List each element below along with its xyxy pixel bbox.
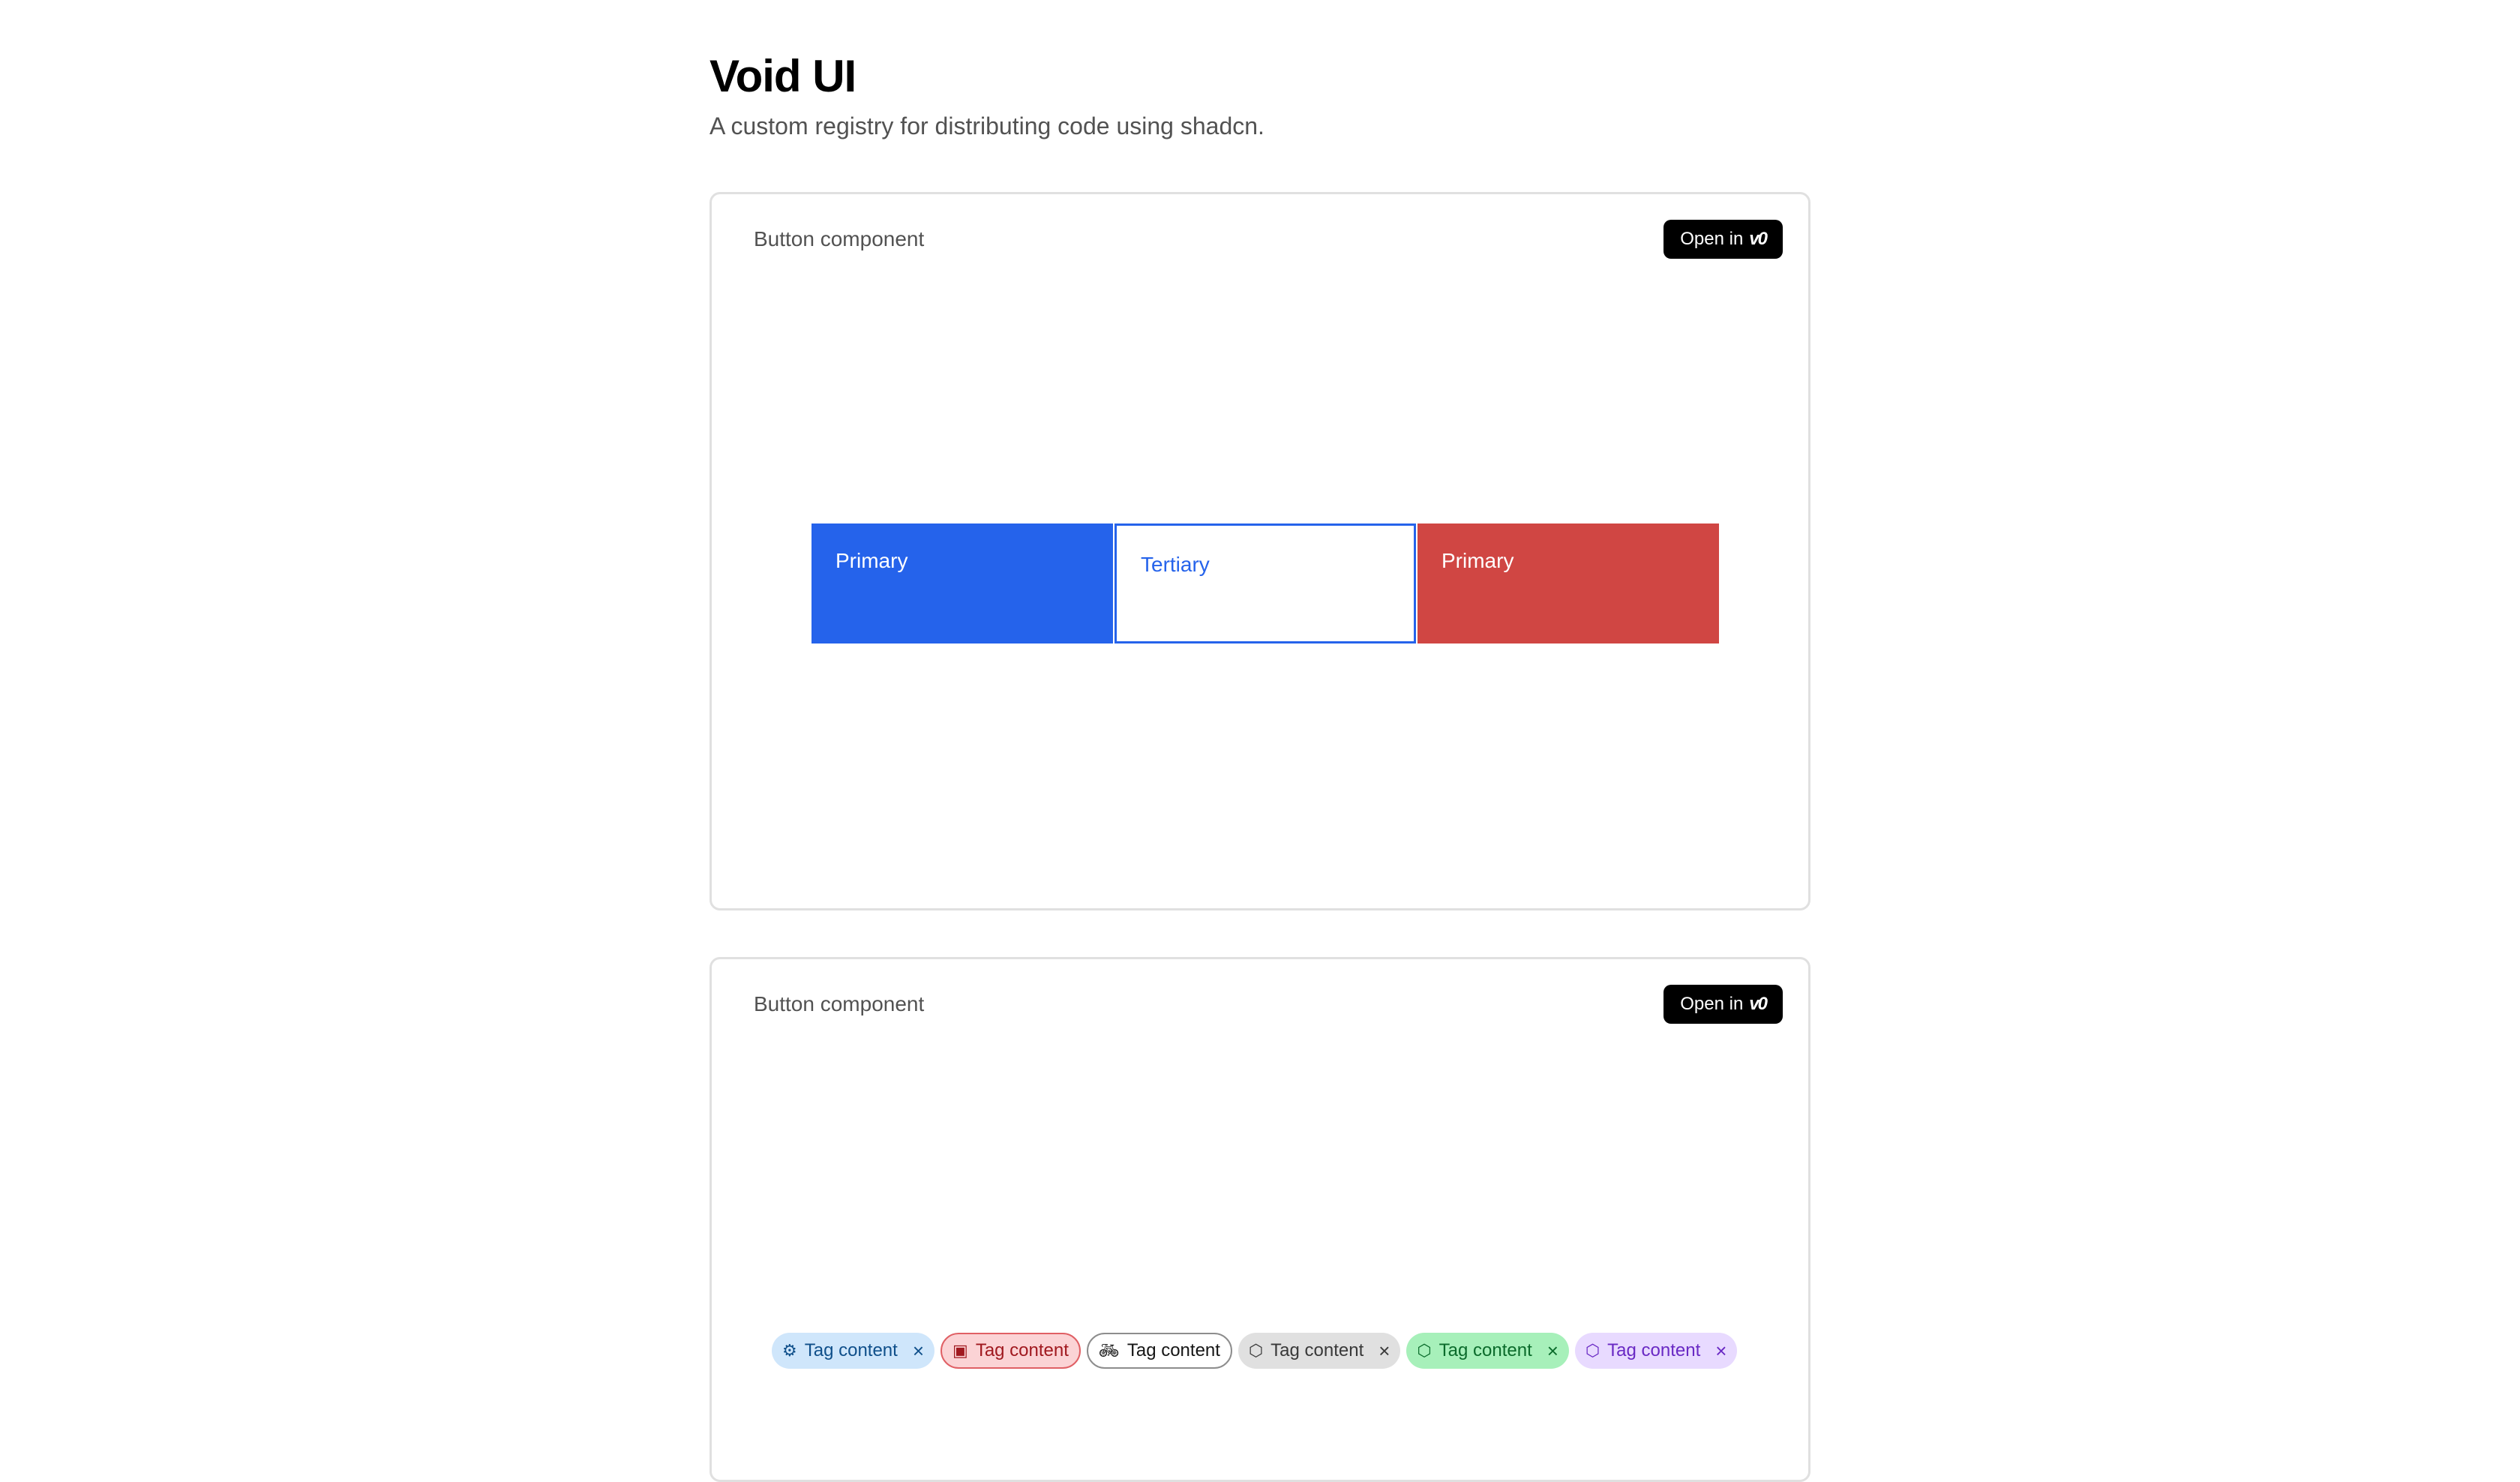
tag-blue[interactable]: ⚙ Tag content × (772, 1333, 935, 1369)
close-icon[interactable]: × (1378, 1341, 1390, 1360)
tag-purple[interactable]: ⬡ Tag content × (1574, 1333, 1738, 1369)
tag-row: ⚙ Tag content × ▣ Tag content 🚲︎ Tag con… (772, 1333, 1738, 1369)
v0-icon: v0 (1749, 229, 1768, 249)
open-in-label: Open in (1680, 994, 1744, 1014)
v0-icon: v0 (1749, 994, 1768, 1014)
card-title: Button component (754, 992, 925, 1016)
tag-label: Tag content (804, 1340, 898, 1360)
tag-component-card: Button component Open in v0 ⚙ Tag conten… (710, 957, 1810, 1482)
button-row: Primary Tertiary Primary (812, 524, 1719, 644)
close-icon[interactable]: × (913, 1341, 924, 1360)
tag-label: Tag content (1270, 1340, 1364, 1360)
gear-icon: ⚙ (782, 1341, 797, 1360)
tag-label: Tag content (1607, 1340, 1701, 1360)
close-icon[interactable]: × (1547, 1341, 1558, 1360)
close-icon[interactable]: × (1715, 1341, 1726, 1360)
button-component-card: Button component Open in v0 Primary Tert… (710, 192, 1810, 910)
primary-button[interactable]: Primary (812, 524, 1113, 644)
bicycle-icon: 🚲︎ (1098, 1341, 1120, 1360)
tag-label: Tag content (1126, 1340, 1220, 1360)
tag-outline[interactable]: 🚲︎ Tag content (1086, 1333, 1232, 1369)
hexagon-icon: ⬡ (1417, 1341, 1432, 1360)
page-title: Void UI (710, 51, 856, 101)
open-in-label: Open in (1680, 229, 1744, 249)
card-title: Button component (754, 227, 925, 250)
tag-red[interactable]: ▣ Tag content (940, 1333, 1081, 1369)
open-in-v0-button[interactable]: Open in v0 (1664, 220, 1783, 259)
page-subtitle: A custom registry for distributing code … (710, 112, 1264, 140)
tag-label: Tag content (975, 1340, 1069, 1360)
square-icon: ▣ (952, 1341, 968, 1360)
tag-gray[interactable]: ⬡ Tag content × (1238, 1333, 1401, 1369)
hexagon-icon: ⬡ (1248, 1341, 1264, 1360)
tag-label: Tag content (1438, 1340, 1532, 1360)
danger-primary-button[interactable]: Primary (1418, 524, 1719, 644)
open-in-v0-button[interactable]: Open in v0 (1664, 985, 1783, 1024)
hexagon-icon: ⬡ (1585, 1341, 1600, 1360)
tertiary-button[interactable]: Tertiary (1114, 524, 1416, 644)
tag-green[interactable]: ⬡ Tag content × (1406, 1333, 1569, 1369)
